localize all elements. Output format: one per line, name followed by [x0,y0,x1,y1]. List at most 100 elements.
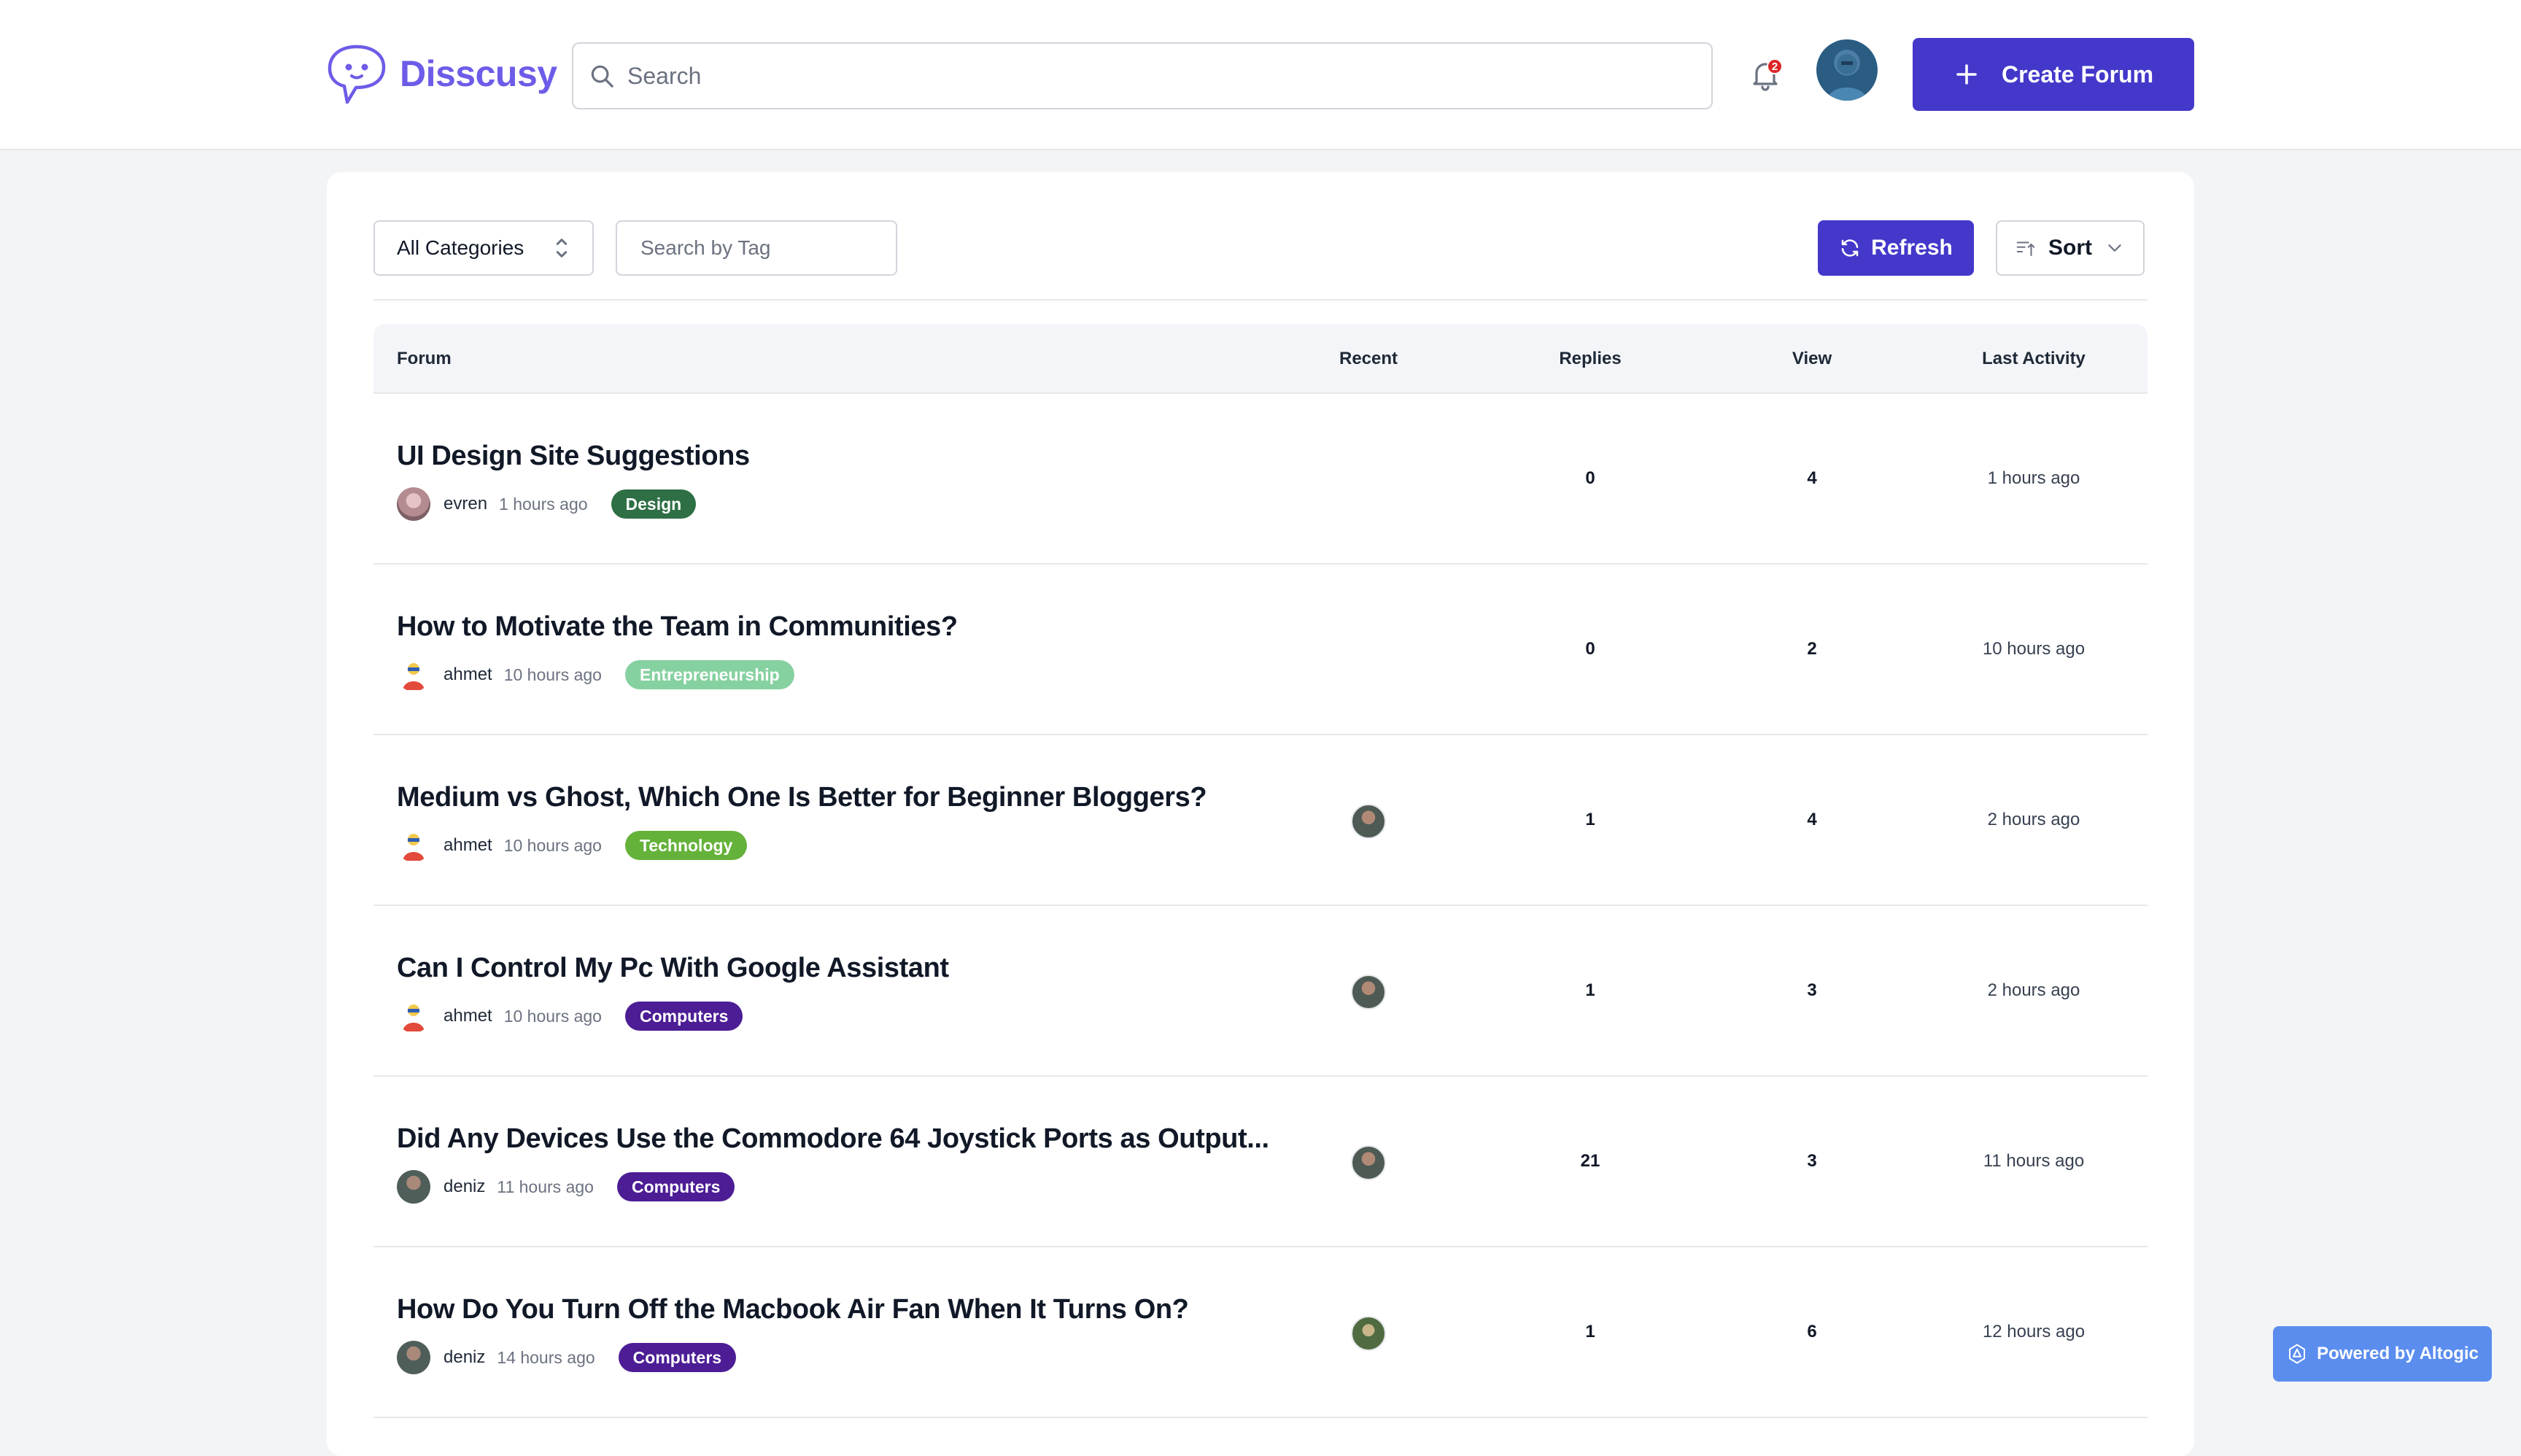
tag-search-input[interactable] [616,220,897,276]
table-row[interactable]: Did Any Devices Use the Commodore 64 Joy… [373,1077,2148,1247]
replies-count: 21 [1580,1151,1600,1171]
plus-icon [1956,64,1977,85]
forum-title[interactable]: Can I Control My Pc With Google Assistan… [397,953,949,984]
category-tag[interactable]: Computers [616,1172,735,1201]
forum-title[interactable]: Did Any Devices Use the Commodore 64 Joy… [397,1123,1269,1155]
author-name[interactable]: ahmet [444,835,492,856]
logo-chat-bubble-icon [328,44,386,104]
filter-divider [373,299,2148,301]
create-forum-label: Create Forum [2001,61,2154,88]
search-icon [591,65,613,88]
table-row[interactable]: UI Design Site Suggestions evren 1 hours… [373,394,2148,565]
post-time: 11 hours ago [497,1177,594,1196]
post-time: 10 hours ago [503,835,602,855]
notifications-button[interactable]: 2 [1748,57,1783,92]
views-count: 4 [1807,468,1817,488]
replies-count: 0 [1585,468,1595,488]
user-avatar-image [1827,54,1867,101]
author-avatar[interactable] [397,999,430,1033]
recent-reply-avatar[interactable] [1351,1145,1386,1180]
replies-count: 1 [1585,1322,1595,1341]
forum-card: All Categories Refresh Sort Forum Recent… [327,172,2194,1456]
forum-title[interactable]: Medium vs Ghost, Which One Is Better for… [397,782,1207,813]
refresh-icon [1841,239,1859,257]
filter-bar: All Categories Refresh Sort [373,220,2148,279]
powered-by-label: Powered by Altogic [2317,1344,2479,1363]
forum-list: UI Design Site Suggestions evren 1 hours… [373,394,2148,1418]
last-activity: 10 hours ago [1982,639,2086,659]
powered-by-badge[interactable]: Powered by Altogic [2273,1326,2492,1382]
author-avatar-image [403,663,425,690]
forum-title[interactable]: UI Design Site Suggestions [397,441,750,472]
category-select-value: All Categories [397,236,524,259]
search-input[interactable] [627,44,1711,108]
column-header-forum: Forum [397,349,452,368]
sort-button[interactable]: Sort [1996,220,2145,276]
author-name[interactable]: evren [444,494,487,514]
category-tag[interactable]: Design [611,489,697,519]
last-activity: 2 hours ago [1987,810,2080,829]
views-count: 3 [1807,980,1817,1000]
create-forum-button[interactable]: Create Forum [1913,38,2194,111]
author-avatar-image [403,1004,425,1031]
logo[interactable]: Disscusy [324,41,557,107]
last-activity: 11 hours ago [1983,1151,2085,1171]
user-avatar[interactable] [1816,39,1878,101]
last-activity: 12 hours ago [1982,1322,2086,1341]
forum-title[interactable]: How to Motivate the Team in Communities? [397,611,958,643]
author-avatar[interactable] [397,1341,430,1374]
post-time: 10 hours ago [503,1006,602,1026]
logo-text: Disscusy [400,53,557,94]
refresh-button[interactable]: Refresh [1818,220,1974,276]
views-count: 4 [1807,810,1817,829]
views-count: 3 [1807,1151,1817,1171]
table-row[interactable]: Medium vs Ghost, Which One Is Better for… [373,735,2148,906]
column-header-last-activity: Last Activity [1982,349,2086,368]
author-avatar[interactable] [397,829,430,862]
author-name[interactable]: ahmet [444,665,492,685]
chevron-down-icon [2108,244,2121,252]
category-tag[interactable]: Technology [624,831,748,860]
forum-meta: ahmet 10 hours ago Computers [397,999,743,1033]
forum-meta: deniz 11 hours ago Computers [397,1170,735,1204]
recent-reply-avatar[interactable] [1351,1316,1386,1351]
last-activity: 2 hours ago [1987,980,2080,1000]
column-header-recent: Recent [1339,349,1398,368]
post-time: 10 hours ago [503,665,602,684]
category-tag[interactable]: Computers [618,1343,737,1372]
author-avatar[interactable] [397,658,430,692]
views-count: 6 [1807,1322,1817,1341]
last-activity: 1 hours ago [1987,468,2080,488]
refresh-label: Refresh [1871,236,1953,260]
category-tag[interactable]: Computers [624,1002,743,1031]
sort-label: Sort [2048,236,2092,260]
author-avatar[interactable] [397,1170,430,1204]
column-header-view: View [1792,349,1832,368]
replies-count: 1 [1585,980,1595,1000]
chevron-up-down-icon [556,239,568,257]
sort-icon [2016,241,2035,256]
recent-reply-avatar[interactable] [1351,975,1386,1010]
forum-title[interactable]: How Do You Turn Off the Macbook Air Fan … [397,1294,1189,1325]
table-header: Forum Recent Replies View Last Activity [373,324,2148,394]
table-row[interactable]: Can I Control My Pc With Google Assistan… [373,906,2148,1077]
column-header-replies: Replies [1559,349,1622,368]
author-avatar-image [403,834,425,861]
post-time: 1 hours ago [499,494,588,514]
table-row[interactable]: How Do You Turn Off the Macbook Air Fan … [373,1247,2148,1418]
notification-badge: 2 [1767,58,1783,74]
replies-count: 1 [1585,810,1595,829]
category-tag[interactable]: Entrepreneurship [624,660,794,689]
table-row[interactable]: How to Motivate the Team in Communities?… [373,565,2148,735]
search-box[interactable] [572,42,1713,109]
author-avatar[interactable] [397,487,430,521]
author-name[interactable]: deniz [444,1347,485,1368]
replies-count: 0 [1585,639,1595,659]
author-name[interactable]: ahmet [444,1006,492,1026]
forum-meta: evren 1 hours ago Design [397,487,697,521]
category-select[interactable]: All Categories [373,220,594,276]
forum-meta: ahmet 10 hours ago Entrepreneurship [397,658,794,692]
author-name[interactable]: deniz [444,1177,485,1197]
forum-meta: ahmet 10 hours ago Technology [397,829,748,862]
recent-reply-avatar[interactable] [1351,804,1386,839]
